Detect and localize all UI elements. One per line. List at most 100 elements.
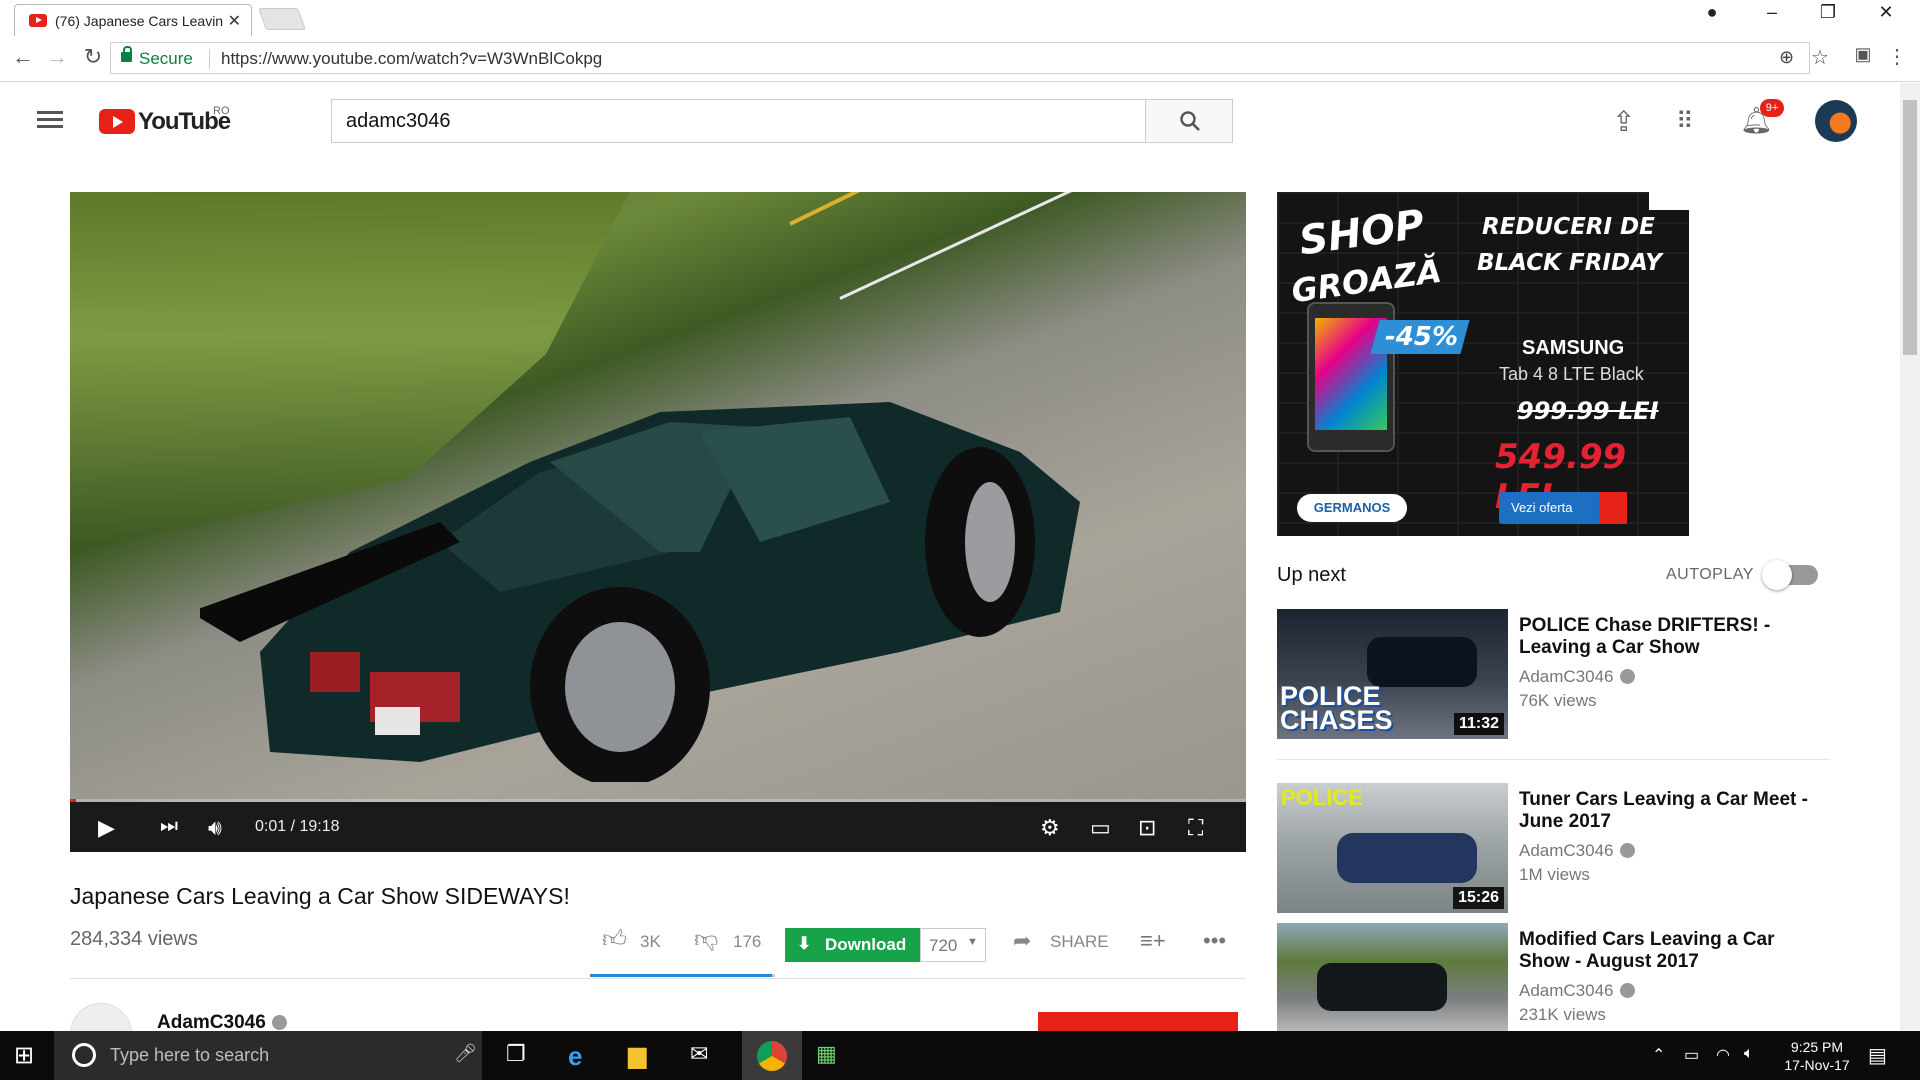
youtube-logo-icon[interactable] — [99, 109, 135, 134]
forward-icon[interactable]: → — [42, 44, 72, 70]
secure-label: Secure — [139, 49, 193, 68]
video-thumbnail[interactable]: POLICE 15:26 — [1277, 783, 1508, 913]
browser-tab[interactable]: (76) Japanese Cars Leavin ✕ — [14, 4, 252, 36]
windows-start-icon[interactable]: ⊞ — [14, 1041, 46, 1071]
thumb-car-shape — [1317, 963, 1447, 1011]
dislike-count[interactable]: 176 — [733, 932, 761, 952]
list-item[interactable]: POLICE 15:26 Tuner Cars Leaving a Car Me… — [1277, 783, 1837, 913]
recommendation-channel: AdamC3046 — [1519, 841, 1635, 861]
download-button[interactable]: ⬇ Download — [785, 928, 920, 962]
add-to-playlist-icon[interactable]: ≡+ — [1140, 928, 1166, 954]
search-input[interactable]: adamc3046 — [331, 99, 1146, 143]
dislike-icon[interactable]: 👎︎ — [694, 926, 718, 954]
sentiment-bar-dislike — [772, 974, 775, 977]
tab-close-icon[interactable]: ✕ — [228, 11, 241, 31]
share-icon[interactable]: ➦ — [1013, 928, 1031, 954]
clock-time: 9:25 PM — [1790, 1039, 1844, 1055]
adchoices-close-icon[interactable] — [1649, 192, 1689, 210]
recommendation-title[interactable]: POLICE Chase DRIFTERS! - Leaving a Car S… — [1519, 615, 1829, 659]
recommendation-views: 231K views — [1519, 1005, 1606, 1024]
search-icon — [1180, 111, 1200, 131]
tray-chevron-icon[interactable]: ⌃ — [1652, 1045, 1684, 1075]
omnibox-separator — [209, 49, 210, 69]
autoplay-label: AUTOPLAY — [1666, 566, 1754, 583]
thumb-car-shape — [1337, 833, 1477, 883]
share-button[interactable]: SHARE — [1050, 932, 1109, 952]
sidebar-ad[interactable]: SHOP GROAZĂ REDUCERI DE BLACK FRIDAY -45… — [1277, 192, 1689, 536]
cortana-icon — [72, 1043, 96, 1067]
road-yellow-line — [789, 192, 1169, 226]
like-count[interactable]: 3K — [640, 932, 661, 952]
recommendation-divider — [1277, 759, 1830, 760]
bookmark-star-icon[interactable]: ☆ — [1811, 45, 1829, 70]
like-icon[interactable]: 👍︎ — [602, 926, 627, 954]
taskbar-search-box[interactable]: Type here to search 🎤︎ — [54, 1031, 482, 1080]
theater-mode-icon[interactable]: ▭ — [1090, 815, 1111, 841]
settings-gear-icon[interactable]: ⚙ — [1040, 815, 1060, 841]
zoom-icon[interactable]: ⊕ — [1779, 47, 1794, 68]
recommendation-title[interactable]: Modified Cars Leaving a Car Show - Augus… — [1519, 929, 1829, 973]
autoplay-toggle-knob[interactable] — [1762, 560, 1792, 590]
apps-grid-icon[interactable]: ⠿ — [1676, 107, 1694, 136]
quality-select[interactable]: 720 ▼ — [920, 928, 986, 962]
video-player[interactable]: ▶ ⏭︎ 🔊︎ 0:01 / 19:18 ⚙ ▭ ⊡ ⛶ — [70, 192, 1246, 852]
meta-divider — [70, 978, 1246, 979]
taskbar-clock[interactable]: 9:25 PM 17-Nov-17 — [1772, 1038, 1862, 1074]
upload-icon[interactable]: ⇪ — [1612, 105, 1635, 138]
chrome-taskbar-button[interactable] — [742, 1031, 802, 1080]
battery-icon[interactable]: ▭ — [1684, 1045, 1716, 1075]
reload-icon[interactable]: ↻ — [78, 44, 108, 70]
thumb-overlay-text: POLICE CHASES — [1280, 681, 1393, 735]
close-window-icon[interactable]: ✕ — [1866, 2, 1906, 23]
youtube-favicon-icon — [29, 14, 47, 27]
guide-menu-icon[interactable] — [37, 111, 63, 129]
address-bar[interactable]: Secure https://www.youtube.com/watch?v=W… — [110, 42, 1829, 74]
ad-product: Tab 4 8 LTE Black — [1499, 364, 1644, 384]
edge-icon[interactable]: e — [568, 1041, 600, 1071]
recommendation-channel: AdamC3046 — [1519, 981, 1635, 1001]
menu-dots-icon[interactable]: ⋮ — [1882, 44, 1912, 69]
microphone-icon[interactable]: 🎤︎ — [454, 1043, 477, 1064]
volume-icon[interactable]: 🔊︎ — [208, 815, 222, 841]
video-thumbnail[interactable] — [1277, 923, 1508, 1031]
sentiment-bar — [590, 974, 772, 977]
thumb-overlay-text: POLICE — [1281, 785, 1363, 810]
minimize-icon[interactable]: – — [1752, 2, 1792, 23]
account-avatar[interactable] — [1815, 100, 1857, 142]
download-label: Download — [825, 935, 907, 954]
url-text[interactable]: https://www.youtube.com/watch?v=W3WnBlCo… — [221, 49, 602, 69]
verified-icon — [1619, 843, 1635, 858]
extension-icon[interactable]: ▣ — [1848, 44, 1878, 65]
list-item[interactable]: POLICE CHASES 11:32 POLICE Chase DRIFTER… — [1277, 609, 1837, 739]
region-code: RO — [213, 105, 230, 117]
browser-toolbar: ← → ↻ Secure https://www.youtube.com/wat… — [0, 36, 1920, 82]
mail-icon[interactable]: ✉ — [690, 1041, 722, 1071]
ad-discount-text: -45% — [1385, 322, 1459, 352]
file-explorer-icon[interactable]: ▆ — [628, 1041, 660, 1071]
scrollbar-thumb[interactable] — [1903, 100, 1917, 355]
more-actions-icon[interactable]: ••• — [1203, 928, 1226, 954]
photos-app-icon[interactable]: ▦ — [816, 1041, 848, 1071]
recommendation-title[interactable]: Tuner Cars Leaving a Car Meet - June 201… — [1519, 789, 1829, 833]
lock-icon — [121, 46, 132, 62]
clock-date: 17-Nov-17 — [1784, 1057, 1850, 1073]
next-icon[interactable]: ⏭︎ — [160, 815, 178, 838]
search-button[interactable] — [1145, 99, 1233, 143]
channel-name-text: AdamC3046 — [157, 1012, 266, 1033]
cast-icon[interactable]: ⊡ — [1138, 815, 1156, 841]
new-tab-button[interactable] — [257, 8, 307, 30]
ad-cta-button[interactable]: Vezi oferta — [1499, 492, 1627, 524]
restore-icon[interactable]: ❐ — [1808, 2, 1848, 23]
view-count: 284,334 views — [70, 928, 198, 950]
play-icon[interactable]: ▶ — [98, 815, 115, 841]
profile-icon[interactable]: ● — [1692, 2, 1732, 23]
action-center-icon[interactable]: ▤ — [1868, 1043, 1900, 1073]
duration-badge: 11:32 — [1453, 713, 1504, 735]
video-thumbnail[interactable]: POLICE CHASES 11:32 — [1277, 609, 1508, 739]
task-view-icon[interactable]: ❐ — [506, 1041, 538, 1071]
fullscreen-icon[interactable]: ⛶ — [1188, 815, 1203, 841]
road-white-line — [839, 192, 1231, 300]
recommendation-channel-text: AdamC3046 — [1519, 981, 1614, 1000]
youtube-header: YouTube RO adamc3046 ⇪ ⠿ 🔔︎ 9+ — [0, 83, 1900, 159]
back-icon[interactable]: ← — [8, 44, 38, 70]
